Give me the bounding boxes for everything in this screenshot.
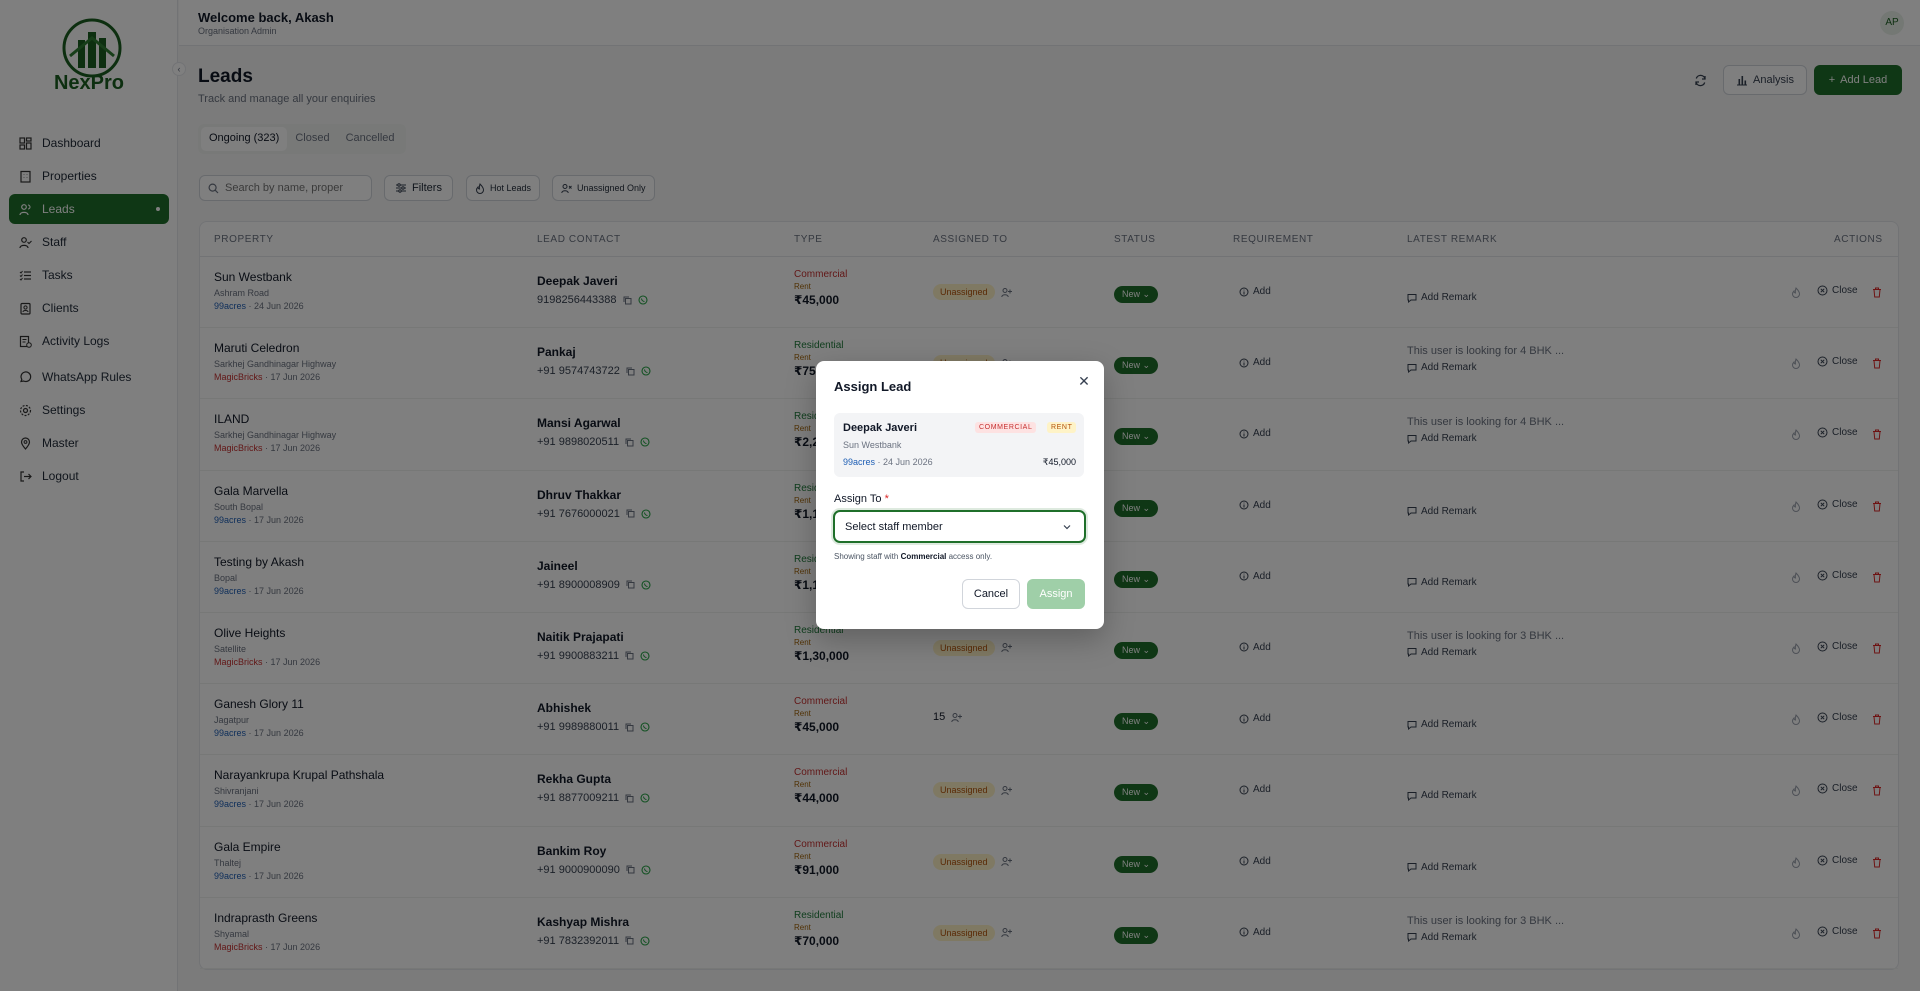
required-mark: *	[884, 493, 889, 505]
staff-select-value: Select staff member	[845, 520, 943, 533]
lead-price: ₹45,000	[1042, 457, 1076, 467]
lead-date: · 24 Jun 2026	[877, 457, 933, 467]
lead-name: Deepak Javeri	[843, 422, 917, 434]
cancel-button[interactable]: Cancel	[962, 579, 1020, 609]
chevron-down-icon	[1063, 525, 1071, 530]
lead-summary-card: Deepak Javeri COMMERCIAL RENT Sun Westba…	[834, 413, 1084, 477]
type-badge: COMMERCIAL	[975, 422, 1037, 433]
lead-source-line: 99acres · 24 Jun 2026	[843, 457, 933, 467]
close-icon[interactable]: ✕	[1076, 373, 1092, 389]
lead-property: Sun Westbank	[843, 440, 902, 450]
help-suffix: access only.	[948, 552, 993, 561]
modal-title: Assign Lead	[834, 379, 912, 394]
deal-badge: RENT	[1047, 422, 1077, 433]
help-prefix: Showing staff with	[834, 552, 899, 561]
lead-source: 99acres	[843, 457, 876, 467]
assign-button[interactable]: Assign	[1027, 579, 1085, 609]
assign-to-text: Assign To	[834, 493, 882, 505]
staff-help-text: Showing staff with Commercial access onl…	[834, 552, 992, 561]
help-bold: Commercial	[900, 552, 947, 561]
assign-to-label: Assign To *	[834, 493, 889, 505]
assign-lead-modal: Assign Lead ✕ Deepak Javeri COMMERCIAL R…	[816, 361, 1104, 629]
staff-select[interactable]: Select staff member	[833, 510, 1086, 543]
